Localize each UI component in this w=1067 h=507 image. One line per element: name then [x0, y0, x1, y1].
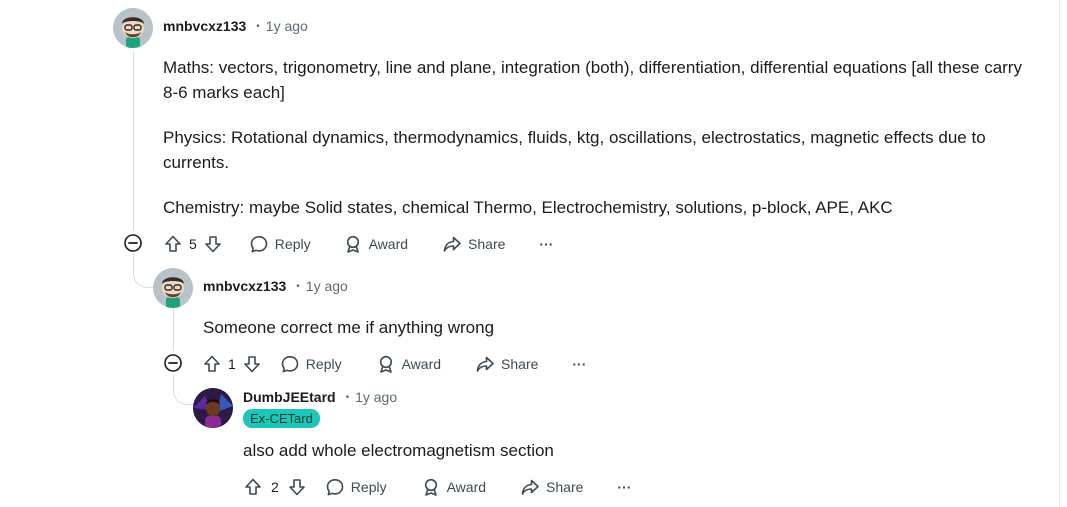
- share-icon: [443, 236, 461, 252]
- comment-action-bar: 2 Reply Award Share ···: [243, 471, 631, 503]
- comment-action-bar: 1 Reply Award Share ···: [202, 348, 586, 380]
- thread-line-reply-1: [173, 307, 174, 351]
- comment-meta: mnbvcxz133 • 1y ago: [203, 276, 348, 296]
- downvote-button[interactable]: [242, 348, 262, 380]
- reply-label: Reply: [305, 356, 342, 372]
- meta-separator: •: [256, 20, 260, 32]
- reply-icon: [281, 355, 299, 373]
- thread-elbow-reply-2: [173, 374, 194, 405]
- more-options-icon: ···: [617, 479, 632, 495]
- comment-meta: DumbJEEtard • 1y ago: [243, 387, 397, 407]
- award-icon: [346, 235, 359, 253]
- share-label: Share: [501, 356, 539, 372]
- collapse-thread-icon[interactable]: [163, 353, 183, 373]
- share-label: Share: [546, 479, 584, 495]
- award-icon: [379, 355, 392, 373]
- reply-button[interactable]: Reply: [249, 228, 311, 260]
- reply-label: Reply: [350, 479, 387, 495]
- reply-label: Reply: [274, 236, 311, 252]
- award-icon: [424, 478, 437, 496]
- award-label: Award: [368, 236, 409, 252]
- comment-paragraph: also add whole electromagnetism section: [243, 441, 554, 460]
- comment-paragraph: Maths: vectors, trigonometry, line and p…: [163, 58, 1022, 102]
- reply-icon: [250, 236, 268, 253]
- comment-paragraph: Someone correct me if anything wrong: [203, 318, 495, 337]
- more-options-button[interactable]: ···: [539, 228, 553, 260]
- more-options-icon: ···: [539, 236, 554, 252]
- user-avatar-icon: [193, 388, 233, 428]
- meta-separator: •: [345, 391, 350, 403]
- vote-count: 5: [189, 236, 197, 252]
- username-link[interactable]: DumbJEEtard: [243, 389, 336, 405]
- upvote-icon: [165, 235, 181, 252]
- comment-paragraph: Physics: Rotational dynamics, thermodyna…: [163, 128, 986, 172]
- reply-button[interactable]: Reply: [325, 471, 387, 503]
- page-right-divider: [1059, 0, 1060, 507]
- more-options-button[interactable]: ···: [617, 471, 631, 503]
- user-flair-badge: Ex-CETard: [243, 409, 320, 428]
- more-options-button[interactable]: ···: [572, 348, 586, 380]
- downvote-button[interactable]: [203, 228, 223, 260]
- comment-action-bar: 5 Reply Award Share ···: [163, 228, 553, 260]
- award-button[interactable]: Award: [376, 348, 441, 380]
- downvote-icon: [204, 236, 221, 253]
- avatar[interactable]: [153, 268, 193, 308]
- share-button[interactable]: Share: [442, 228, 505, 260]
- meta-separator: •: [296, 280, 300, 292]
- snoo-avatar-icon: [113, 8, 153, 48]
- avatar[interactable]: [193, 388, 233, 428]
- username-link[interactable]: mnbvcxz133: [163, 18, 246, 34]
- collapse-thread-icon[interactable]: [123, 233, 143, 253]
- snoo-avatar-icon: [153, 268, 193, 308]
- downvote-icon: [243, 356, 260, 373]
- share-icon: [521, 479, 539, 495]
- share-button[interactable]: Share: [475, 348, 538, 380]
- more-options-icon: ···: [572, 356, 587, 372]
- share-icon: [476, 356, 494, 372]
- comment-timestamp[interactable]: 1y ago: [355, 389, 397, 405]
- comment-timestamp[interactable]: 1y ago: [266, 18, 308, 34]
- share-button[interactable]: Share: [520, 471, 583, 503]
- award-label: Award: [401, 356, 442, 372]
- username-link[interactable]: mnbvcxz133: [203, 278, 286, 294]
- downvote-icon: [288, 479, 305, 496]
- avatar[interactable]: [113, 8, 153, 48]
- comment-meta: mnbvcxz133 • 1y ago: [163, 16, 308, 36]
- thread-elbow-reply-1: [133, 253, 154, 288]
- upvote-button[interactable]: [202, 348, 222, 380]
- reply-icon: [326, 478, 344, 496]
- thread-line-top-level: [133, 52, 134, 230]
- award-button[interactable]: Award: [343, 228, 408, 260]
- upvote-icon: [245, 478, 261, 495]
- vote-count: 2: [271, 479, 279, 495]
- comment-timestamp[interactable]: 1y ago: [306, 278, 348, 294]
- award-button[interactable]: Award: [421, 471, 486, 503]
- share-label: Share: [468, 236, 506, 252]
- vote-count: 1: [228, 356, 236, 372]
- reply-button[interactable]: Reply: [280, 348, 342, 380]
- award-label: Award: [446, 479, 487, 495]
- upvote-button[interactable]: [243, 471, 263, 503]
- downvote-button[interactable]: [287, 471, 307, 503]
- comment-paragraph: Chemistry: maybe Solid states, chemical …: [163, 198, 893, 217]
- upvote-icon: [204, 355, 220, 372]
- upvote-button[interactable]: [163, 228, 183, 260]
